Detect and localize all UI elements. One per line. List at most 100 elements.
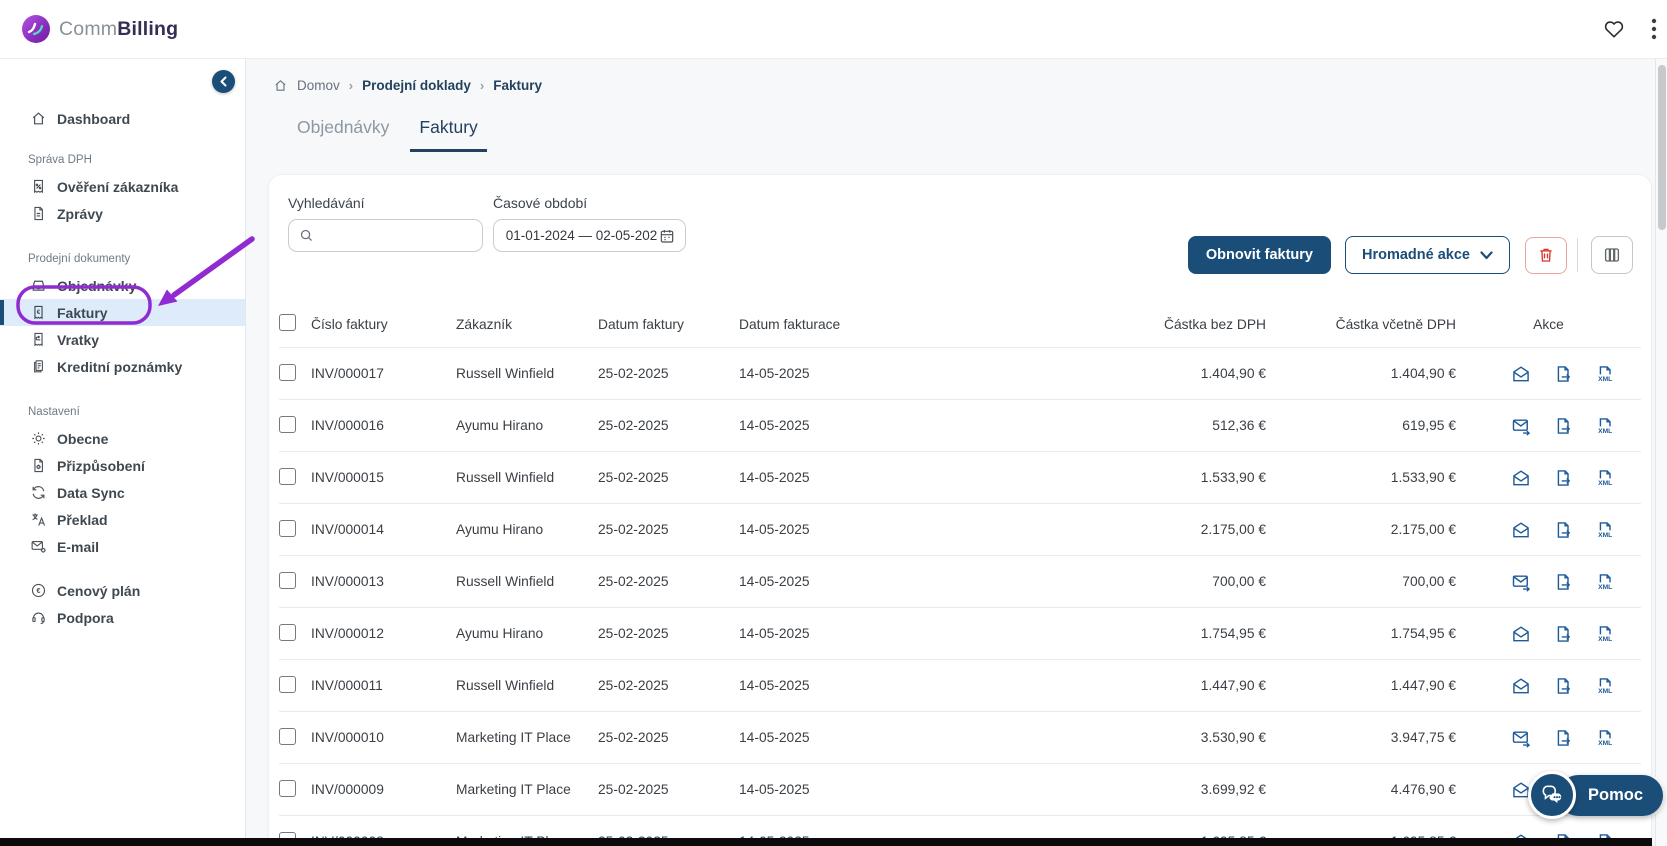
email-send-icon[interactable] (1511, 728, 1531, 748)
export-xml-icon[interactable]: XML (1595, 728, 1615, 748)
breadcrumb-item-prodejni-doklady[interactable]: Prodejní doklady (362, 78, 471, 93)
row-checkbox[interactable] (279, 572, 296, 589)
delete-button[interactable] (1525, 237, 1567, 274)
invoice-date: 25-02-2025 (598, 626, 739, 641)
row-checkbox[interactable] (279, 676, 296, 693)
export-file-icon[interactable] (1553, 624, 1573, 644)
tab-objednavky[interactable]: Objednávky (288, 111, 398, 152)
svg-text:XML: XML (1598, 376, 1612, 383)
export-file-icon[interactable] (1553, 572, 1573, 592)
row-checkbox[interactable] (279, 416, 296, 433)
row-checkbox[interactable] (279, 520, 296, 537)
calendar-icon (659, 228, 675, 244)
sidebar-item-cenovy-plan[interactable]: € Cenový plán (0, 577, 245, 604)
row-checkbox[interactable] (279, 728, 296, 745)
sidebar: Dashboard Správa DPH Ověření zákazníka Z… (0, 59, 246, 846)
export-xml-icon[interactable]: XML (1595, 468, 1615, 488)
breadcrumb-item-faktury: Faktury (493, 78, 542, 93)
sidebar-item-overeni-zakaznika[interactable]: Ověření zákazníka (0, 173, 245, 200)
sidebar-collapse-button[interactable] (212, 70, 235, 93)
customer-name: Russell Winfield (456, 366, 598, 381)
export-xml-icon[interactable]: XML (1595, 416, 1615, 436)
invoice-date: 25-02-2025 (598, 678, 739, 693)
sidebar-item-podpora[interactable]: Podpora (0, 604, 245, 631)
export-xml-icon[interactable]: XML (1595, 364, 1615, 384)
billing-date: 14-05-2025 (739, 678, 929, 693)
sidebar-item-email[interactable]: E-mail (0, 533, 245, 560)
sidebar-item-zpravy[interactable]: Zprávy (0, 200, 245, 227)
sidebar-item-data-sync[interactable]: Data Sync (0, 479, 245, 506)
email-open-icon[interactable] (1511, 364, 1531, 384)
help-chat-icon[interactable] (1528, 771, 1576, 819)
row-checkbox[interactable] (279, 364, 296, 381)
export-xml-icon[interactable]: XML (1595, 624, 1615, 644)
amount-gross: 619,95 € (1266, 418, 1456, 433)
breadcrumb-home-icon[interactable] (273, 78, 288, 93)
columns-icon (1603, 246, 1621, 264)
select-all-checkbox[interactable] (279, 314, 296, 331)
sync-icon (30, 484, 47, 501)
invoices-card: Vyhledávání Časové období 01-01-2024 — 0… (268, 174, 1652, 846)
sidebar-item-vratky[interactable]: Vratky (0, 326, 245, 353)
sidebar-item-prizpusobeni[interactable]: Přizpůsobení (0, 452, 245, 479)
email-send-icon[interactable] (1511, 416, 1531, 436)
email-send-icon[interactable] (1511, 572, 1531, 592)
email-open-icon[interactable] (1511, 520, 1531, 540)
kebab-menu-icon[interactable] (1649, 16, 1659, 42)
favorites-heart-icon[interactable] (1601, 17, 1627, 41)
export-file-icon[interactable] (1553, 364, 1573, 384)
brand-name-part1: Comm (59, 18, 117, 40)
table-header-row: Číslo faktury Zákazník Datum faktury Dat… (279, 301, 1641, 347)
column-header-customer: Zákazník (456, 317, 598, 332)
row-checkbox[interactable] (279, 780, 296, 797)
export-xml-icon[interactable]: XML (1595, 520, 1615, 540)
customer-name: Marketing IT Place (456, 730, 598, 745)
app-logo: CommBilling (22, 15, 178, 43)
customer-name: Ayumu Hirano (456, 418, 598, 433)
table-row: INV/000013 Russell Winfield 25-02-2025 1… (279, 555, 1641, 607)
export-xml-icon[interactable]: XML (1595, 676, 1615, 696)
date-range-field[interactable]: 01-01-2024 — 02-05-202 (493, 219, 686, 252)
column-settings-button[interactable] (1591, 236, 1633, 274)
bulk-actions-button[interactable]: Hromadné akce (1345, 236, 1510, 274)
tab-faktury[interactable]: Faktury (410, 111, 486, 152)
sidebar-item-preklad[interactable]: Překlad (0, 506, 245, 533)
invoice-date: 25-02-2025 (598, 782, 739, 797)
search-field[interactable] (288, 219, 483, 252)
export-file-icon[interactable] (1553, 468, 1573, 488)
invoice-date: 25-02-2025 (598, 470, 739, 485)
sidebar-section-sprava-dph: Správa DPH (0, 150, 245, 170)
row-checkbox[interactable] (279, 624, 296, 641)
invoice-date: 25-02-2025 (598, 366, 739, 381)
amount-net: 1.404,90 € (929, 366, 1266, 381)
export-file-icon[interactable] (1553, 728, 1573, 748)
breadcrumb: Domov › Prodejní doklady › Faktury (246, 59, 1655, 97)
email-open-icon[interactable] (1511, 624, 1531, 644)
receipt-percent-icon (30, 178, 47, 195)
bulk-actions-label: Hromadné akce (1362, 247, 1470, 263)
sidebar-item-faktury[interactable]: € Faktury (0, 299, 245, 326)
email-open-icon[interactable] (1511, 468, 1531, 488)
customer-name: Russell Winfield (456, 470, 598, 485)
sidebar-item-objednavky[interactable]: Objednávky (0, 272, 245, 299)
table-row: INV/000017 Russell Winfield 25-02-2025 1… (279, 347, 1641, 399)
export-file-icon[interactable] (1553, 520, 1573, 540)
sidebar-item-kreditni-poznamky[interactable]: Kreditní poznámky (0, 353, 245, 380)
email-open-icon[interactable] (1511, 676, 1531, 696)
export-file-icon[interactable] (1553, 416, 1573, 436)
refresh-invoices-button[interactable]: Obnovit faktury (1188, 236, 1331, 274)
scrollbar-thumb[interactable] (1658, 65, 1666, 230)
export-file-icon[interactable] (1553, 676, 1573, 696)
export-xml-icon[interactable]: XML (1595, 572, 1615, 592)
home-icon (30, 110, 47, 127)
billing-date: 14-05-2025 (739, 470, 929, 485)
table-row: INV/000016 Ayumu Hirano 25-02-2025 14-05… (279, 399, 1641, 451)
invoice-number: INV/000012 (311, 626, 456, 641)
table-row: INV/000010 Marketing IT Place 25-02-2025… (279, 711, 1641, 763)
search-input[interactable] (322, 228, 472, 243)
sidebar-item-dashboard[interactable]: Dashboard (0, 105, 245, 132)
invoice-number: INV/000011 (311, 678, 456, 693)
row-checkbox[interactable] (279, 468, 296, 485)
breadcrumb-item-domov[interactable]: Domov (297, 78, 340, 93)
sidebar-item-obecne[interactable]: Obecne (0, 425, 245, 452)
